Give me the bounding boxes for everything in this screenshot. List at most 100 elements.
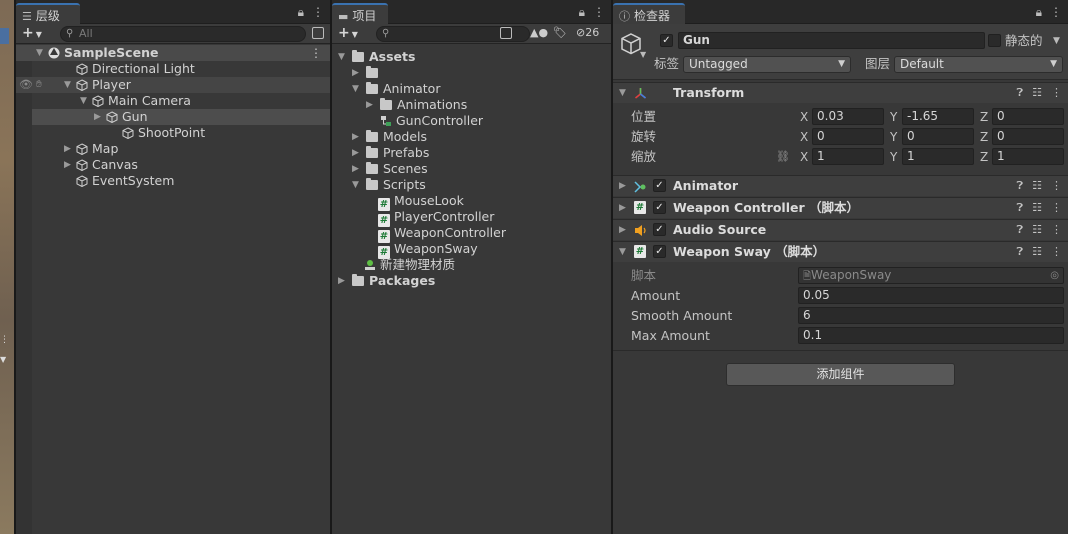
expand-arrow-icon[interactable]: ▶	[338, 273, 345, 289]
create-button[interactable]: + ▼	[338, 25, 358, 41]
scene-view-dropdown-icon[interactable]: ▼	[0, 355, 10, 365]
audio-source-enabled-checkbox[interactable]: ✓	[653, 223, 666, 236]
project-asset-row[interactable]: 新建物理材质	[364, 257, 455, 273]
help-icon[interactable]: ❓︎	[1017, 179, 1024, 192]
expand-arrow-icon[interactable]: ▶	[94, 109, 101, 125]
expand-arrow-icon[interactable]: ▼	[338, 49, 345, 65]
weapon-sway-enabled-checkbox[interactable]: ✓	[653, 245, 666, 258]
expand-arrow-icon[interactable]: ▶	[352, 161, 359, 177]
project-folder-row[interactable]: ▶ Scenes	[352, 161, 428, 177]
expand-arrow-icon[interactable]: ▶	[619, 176, 626, 196]
project-asset-row[interactable]: # WeaponController	[378, 225, 506, 243]
pickable-hand-icon[interactable]: ✋︎	[36, 77, 42, 93]
hierarchy-item[interactable]: ▼ Player	[64, 77, 131, 93]
more-menu-icon[interactable]: ⋮	[1051, 201, 1062, 214]
visibility-eye-icon[interactable]: 👁︎	[19, 77, 33, 93]
scene-view-sliver[interactable]: ⋮ ▼	[0, 0, 14, 534]
transform-header[interactable]: ▼ Transform ❓︎ ☷ ⋮	[613, 82, 1068, 103]
more-menu-icon[interactable]: ⋮	[1051, 86, 1062, 99]
collapse-arrow-icon[interactable]: ▼	[619, 242, 626, 262]
more-menu-icon[interactable]: ⋮	[593, 5, 605, 19]
amount-field[interactable]: 0.05	[798, 287, 1064, 304]
presets-icon[interactable]: ☷	[1032, 223, 1042, 236]
hierarchy-item[interactable]: ShootPoint	[122, 125, 205, 141]
project-folder-row[interactable]: ▼ Scripts	[352, 177, 426, 193]
project-folder-row[interactable]: ▶ Prefabs	[352, 145, 429, 161]
hierarchy-search-input[interactable]: ⚲ All	[60, 26, 306, 42]
expand-arrow-icon[interactable]: ▶	[64, 141, 71, 157]
expand-arrow-icon[interactable]: ▶	[352, 145, 359, 161]
constrain-proportions-icon[interactable]: ⛓︎	[776, 149, 790, 165]
project-asset-row[interactable]: # WeaponSway	[378, 241, 478, 259]
filter-by-type-icon[interactable]: ▲●	[530, 26, 548, 39]
hierarchy-item[interactable]: Directional Light	[76, 61, 195, 77]
tab-hierarchy[interactable]: ☰ 层级	[16, 3, 80, 24]
project-folder-row[interactable]: ▶ Models	[352, 129, 427, 145]
rotation-x-field[interactable]: 0	[812, 128, 884, 145]
project-asset-row[interactable]: # MouseLook	[378, 193, 464, 211]
scale-y-field[interactable]: 1	[902, 148, 974, 165]
presets-icon[interactable]: ☷	[1032, 201, 1042, 214]
expand-arrow-icon[interactable]: ▼	[80, 93, 87, 109]
scene-menu-icon[interactable]: ⋮	[310, 45, 322, 61]
project-folder-row[interactable]: ▶	[352, 65, 383, 81]
hidden-packages-icon[interactable]: ⊘26	[576, 26, 599, 39]
help-icon[interactable]: ❓︎	[1017, 201, 1024, 214]
tab-inspector[interactable]: ⓘ 检查器	[613, 3, 685, 24]
expand-arrow-icon[interactable]: ▼	[64, 77, 71, 93]
search-options-icon[interactable]	[312, 27, 324, 39]
more-menu-icon[interactable]: ⋮	[1051, 223, 1062, 236]
lock-icon[interactable]: 🔒︎	[298, 5, 304, 19]
project-folder-row[interactable]: ▶ Animations	[366, 97, 467, 113]
scale-z-field[interactable]: 1	[992, 148, 1064, 165]
animator-header[interactable]: ▶ ✓ Animator ❓︎ ☷ ⋮	[613, 175, 1068, 196]
hierarchy-item[interactable]: ▶ Canvas	[64, 157, 138, 173]
hierarchy-item[interactable]: EventSystem	[76, 173, 174, 189]
expand-arrow-icon[interactable]: ▼	[352, 177, 359, 193]
search-by-type-icon[interactable]	[500, 27, 512, 39]
hierarchy-item[interactable]: ▼ Main Camera	[80, 93, 191, 109]
weapon-controller-enabled-checkbox[interactable]: ✓	[653, 201, 666, 214]
more-menu-icon[interactable]: ⋮	[312, 5, 324, 19]
expand-arrow-icon[interactable]: ▶	[619, 220, 626, 240]
tag-dropdown[interactable]: Untagged ▼	[683, 56, 851, 73]
project-asset-row[interactable]: GunController	[380, 113, 483, 129]
collapse-arrow-icon[interactable]: ▼	[619, 83, 626, 103]
audio-source-header[interactable]: ▶ ✓ Audio Source ❓︎ ☷ ⋮	[613, 219, 1068, 240]
expand-arrow-icon[interactable]: ▶	[619, 198, 626, 218]
position-z-field[interactable]: 0	[992, 108, 1064, 125]
presets-icon[interactable]: ☷	[1032, 179, 1042, 192]
add-component-button[interactable]: 添加组件	[726, 363, 955, 386]
project-folder-row[interactable]: ▼ Animator	[352, 81, 440, 97]
smooth-amount-field[interactable]: 6	[798, 307, 1064, 324]
more-menu-icon[interactable]: ⋮	[1050, 5, 1062, 19]
help-icon[interactable]: ❓︎	[1017, 86, 1024, 99]
static-checkbox[interactable]	[988, 34, 1001, 47]
layer-dropdown[interactable]: Default ▼	[894, 56, 1063, 73]
position-x-field[interactable]: 0.03	[812, 108, 884, 125]
expand-arrow-icon[interactable]: ▶	[352, 65, 359, 81]
more-menu-icon[interactable]: ⋮	[1051, 179, 1062, 192]
static-dropdown-arrow[interactable]: ▼	[1053, 33, 1060, 49]
object-name-field[interactable]: Gun	[678, 32, 985, 49]
project-folder-row[interactable]: ▶ Packages	[338, 273, 435, 289]
hierarchy-item[interactable]: ▶ Map	[64, 141, 118, 157]
filter-by-label-icon[interactable]: 🏷︎	[553, 26, 567, 39]
scene-row[interactable]: ▼ SampleScene	[36, 45, 158, 61]
help-icon[interactable]: ❓︎	[1017, 245, 1024, 258]
expand-arrow-icon[interactable]: ▶	[366, 97, 373, 113]
tab-project[interactable]: ▬ 项目	[332, 3, 388, 24]
lock-icon[interactable]: 🔒︎	[579, 5, 585, 19]
active-checkbox[interactable]: ✓	[660, 34, 673, 47]
icon-dropdown-arrow[interactable]: ▼	[640, 50, 646, 59]
animator-enabled-checkbox[interactable]: ✓	[653, 179, 666, 192]
presets-icon[interactable]: ☷	[1032, 86, 1042, 99]
project-folder-row[interactable]: ▼ Assets	[338, 49, 415, 65]
project-asset-row[interactable]: # PlayerController	[378, 209, 494, 227]
scene-view-menu-icon[interactable]: ⋮	[0, 335, 10, 347]
scale-x-field[interactable]: 1	[812, 148, 884, 165]
rotation-y-field[interactable]: 0	[902, 128, 974, 145]
help-icon[interactable]: ❓︎	[1017, 223, 1024, 236]
expand-arrow-icon[interactable]: ▶	[352, 129, 359, 145]
expand-arrow-icon[interactable]: ▶	[64, 157, 71, 173]
